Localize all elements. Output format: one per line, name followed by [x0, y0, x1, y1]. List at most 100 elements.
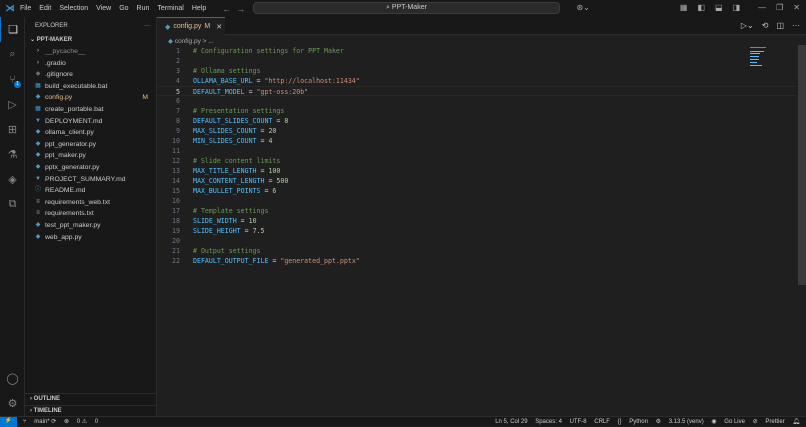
menu-terminal[interactable]: Terminal [157, 5, 183, 12]
code-token: 100 [268, 167, 281, 175]
file-item[interactable]: ◆ ppt_generator.py [25, 139, 156, 151]
search-icon[interactable]: ⌕ [0, 42, 25, 67]
cursor-position[interactable]: Ln 5, Col 29 [495, 419, 527, 425]
tab-config-py[interactable]: ◆ config.py M ✕ [157, 17, 225, 35]
toggle-secondary-sidebar-icon[interactable]: ◨ [733, 3, 741, 12]
code-token: = [236, 217, 249, 225]
nav-arrows[interactable]: ← → [222, 4, 245, 14]
file-item[interactable]: ◆ test_ppt_maker.py [25, 220, 156, 232]
menu-file[interactable]: File [20, 5, 31, 12]
language-mode[interactable]: {} Python [618, 419, 648, 425]
file-item[interactable]: › .gradio [25, 58, 156, 70]
code-token: # Template settings [193, 207, 269, 215]
status-bar: ⚡ ⑂ main* ⟳ ⊗ 0 ⚠ 0 Ln 5, Col 29 Spaces:… [0, 416, 806, 427]
code-line: 13 MAX_TITLE_LENGTH = 100 [157, 166, 797, 176]
line-text [180, 196, 193, 206]
minimize-button[interactable]: — [758, 3, 766, 12]
line-number: 9 [176, 127, 180, 135]
toggle-panel-icon[interactable]: ⬓ [715, 3, 723, 12]
vertical-scrollbar[interactable] [798, 45, 806, 285]
copilot-icon[interactable]: ⊛⌄ [576, 3, 589, 12]
text-file-icon: ≡ [36, 210, 40, 217]
menu-view[interactable]: View [96, 5, 111, 12]
prettier-status[interactable]: ⊘ Prettier [753, 419, 785, 425]
customize-layout-icon[interactable]: ▦ [680, 3, 688, 12]
notifications-bell-icon[interactable]: 🔔︎ [792, 419, 800, 425]
file-item[interactable]: ⓘ README.md [25, 185, 156, 197]
remote-explorer-icon[interactable]: ⧉ [0, 192, 25, 217]
file-item[interactable]: ≡ requirements_web.txt [25, 197, 156, 209]
close-window-button[interactable]: ✕ [793, 3, 800, 12]
code-token: = [256, 127, 269, 135]
restore-button[interactable]: ❐ [776, 3, 783, 12]
command-center-search[interactable]: ⌕ PPT-Maker [253, 2, 560, 14]
line-number: 1 [176, 47, 180, 55]
go-live-button[interactable]: ◉ Go Live [711, 419, 745, 425]
file-name: create_portable.bat [45, 105, 104, 113]
code-token: # Output settings [193, 247, 261, 255]
code-token: = [244, 88, 257, 96]
containers-icon[interactable]: ◈ [0, 167, 25, 192]
testing-icon[interactable]: ⚗ [0, 142, 25, 167]
code-line: 5 DEFAULT_MODEL = "gpt-oss:20b" [157, 86, 797, 96]
file-item[interactable]: › __pycache__ [25, 46, 156, 58]
run-python-file-icon[interactable]: ▷⌄ [741, 21, 754, 30]
file-item[interactable]: ◆ ppt_maker.py [25, 150, 156, 162]
file-item[interactable]: ◆ web_app.py [25, 232, 156, 244]
menu-edit[interactable]: Edit [39, 5, 51, 12]
menu-go[interactable]: Go [119, 5, 128, 12]
indentation[interactable]: Spaces: 4 [535, 419, 562, 425]
line-number: 3 [176, 67, 180, 75]
file-item[interactable]: ≡ requirements.txt [25, 208, 156, 220]
project-folder[interactable]: ⌄ PPT-MAKER [25, 35, 156, 46]
code-line: 8 DEFAULT_SLIDES_COUNT = 8 [157, 116, 797, 126]
file-item[interactable]: ▦ build_executable.bat [25, 81, 156, 93]
split-editor-icon[interactable]: ◫ [776, 21, 784, 30]
code-token: 10 [248, 217, 257, 225]
menu-selection[interactable]: Selection [59, 5, 88, 12]
file-item[interactable]: ◆ ollama_client.py [25, 127, 156, 139]
explorer-sidebar: EXPLORER ··· ⌄ PPT-MAKER › __pycache__ › .gr… [25, 17, 157, 416]
line-ending[interactable]: CRLF [594, 419, 610, 425]
code-token: = [256, 167, 269, 175]
file-item[interactable]: ◆ .gitignore [25, 69, 156, 81]
close-tab-icon[interactable]: ✕ [216, 23, 222, 31]
interpreter[interactable]: ⚙ 3.13.5 (venv) [656, 419, 704, 425]
file-item[interactable]: ◆ pptx_generator.py [25, 162, 156, 174]
menu-help[interactable]: Help [192, 5, 206, 12]
code-editor[interactable]: 1 # Configuration settings for PPT Maker 2… [157, 46, 797, 266]
git-file-icon: ◆ [35, 71, 41, 78]
source-control-icon[interactable]: ⑂ 1 [0, 67, 25, 92]
file-item[interactable]: ▼ PROJECT_SUMMARY.md [25, 174, 156, 186]
code-line: 12 # Slide content limits [157, 156, 797, 166]
more-actions-button[interactable]: ··· [144, 23, 150, 29]
breadcrumb[interactable]: ◆ config.py > ... [168, 37, 214, 45]
extensions-icon[interactable]: ⊞ [0, 117, 25, 142]
line-number: 11 [172, 147, 180, 155]
file-item[interactable]: ◆ config.py M [25, 92, 156, 104]
explorer-icon[interactable]: ❏ [0, 17, 25, 42]
file-name: ppt_maker.py [45, 152, 86, 160]
modified-flag: M [204, 23, 211, 30]
toggle-sidebar-icon[interactable]: ◧ [697, 3, 705, 12]
menu-run[interactable]: Run [137, 5, 150, 12]
open-changes-icon[interactable]: ⟲ [762, 21, 769, 30]
account-icon[interactable]: ◯ [0, 366, 25, 391]
run-debug-icon[interactable]: ▷ [0, 92, 25, 117]
more-actions-icon[interactable]: ··· [792, 21, 800, 30]
line-number: 16 [172, 197, 180, 205]
line-text: SLIDE_WIDTH = 10 [180, 216, 257, 226]
code-token: = [252, 77, 265, 85]
gear-icon[interactable]: ⚙ [0, 391, 25, 416]
file-item[interactable]: ▼ DEPLOYMENT.md [25, 116, 156, 128]
python-file-icon: ◆ [35, 129, 41, 136]
problems-status[interactable]: ⊗ 0 ⚠ 0 [64, 419, 98, 425]
remote-indicator-icon[interactable]: ⚡ [0, 416, 17, 427]
branch-status[interactable]: ⑂ main* ⟳ [23, 419, 56, 425]
outline-section[interactable]: › OUTLINE [25, 393, 157, 404]
encoding[interactable]: UTF-8 [570, 419, 587, 425]
file-item[interactable]: ▦ create_portable.bat [25, 104, 156, 116]
code-line: 7 # Presentation settings [157, 106, 797, 116]
timeline-section[interactable]: › TIMELINE [25, 405, 157, 416]
minimap[interactable] [750, 47, 772, 67]
